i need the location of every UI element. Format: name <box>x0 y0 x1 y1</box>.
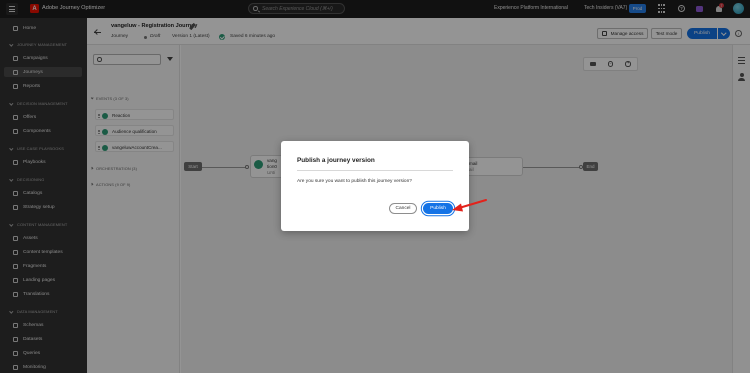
dialog-cancel-button[interactable]: Cancel <box>389 203 417 214</box>
dialog-publish-button[interactable]: Publish <box>423 203 453 214</box>
annotation-arrow-icon <box>452 199 487 212</box>
publish-dialog: Publish a journey version Are you sure y… <box>281 141 469 231</box>
dialog-divider <box>297 170 453 171</box>
dialog-title: Publish a journey version <box>297 157 375 164</box>
dialog-message: Are you sure you want to publish this jo… <box>297 179 412 184</box>
